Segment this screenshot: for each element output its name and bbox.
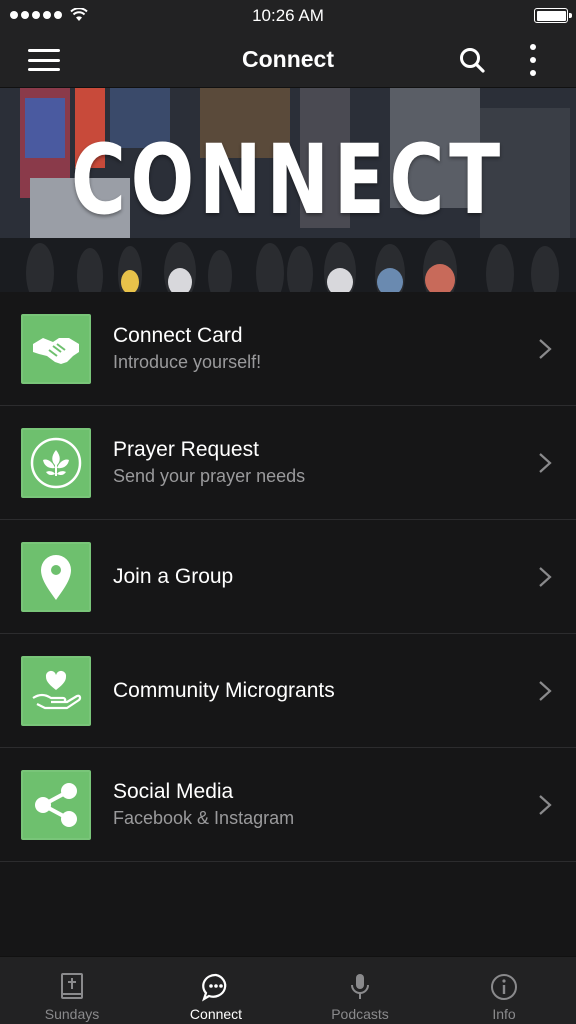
leaf-icon	[21, 428, 91, 498]
list-item-join-a-group[interactable]: Join a Group	[0, 520, 576, 634]
hero-banner: CONNECT	[0, 88, 576, 292]
list-item-text: Prayer Request Send your prayer needs	[113, 437, 516, 489]
microphone-icon	[351, 974, 369, 999]
chevron-right-icon	[539, 453, 552, 473]
list-item-text: Join a Group	[113, 564, 516, 590]
list-item-subtitle: Facebook & Instagram	[113, 807, 295, 828]
list-item-title: Join a Group	[113, 564, 234, 588]
chevron-right-icon	[539, 795, 552, 815]
page-title: Connect	[242, 46, 334, 72]
more-options-icon[interactable]	[528, 44, 538, 76]
list-item-text: Connect Card Introduce yourself!	[113, 323, 516, 375]
tab-sundays[interactable]: Sundays	[0, 957, 144, 1024]
list-item-title: Connect Card	[113, 323, 243, 347]
signal-indicator	[10, 8, 88, 22]
info-icon	[491, 974, 517, 1000]
chevron-right-icon	[539, 567, 552, 587]
tab-label: Sundays	[44, 1006, 100, 1022]
list-item-text: Social Media Facebook & Instagram	[113, 779, 516, 831]
list-item-title: Social Media	[113, 779, 234, 803]
list-item-prayer-request[interactable]: Prayer Request Send your prayer needs	[0, 406, 576, 520]
tab-bar: Sundays Connect Podcasts Info	[0, 956, 576, 1024]
map-pin-icon	[21, 542, 91, 612]
chevron-right-icon	[539, 339, 552, 359]
navigation-bar: Connect	[0, 32, 576, 88]
search-icon[interactable]	[458, 46, 486, 74]
tab-label: Podcasts	[331, 1006, 389, 1022]
tab-label: Info	[492, 1006, 516, 1022]
status-time: 10:26 AM	[252, 6, 324, 25]
share-icon	[21, 770, 91, 840]
list-item-subtitle: Send your prayer needs	[113, 465, 306, 486]
tab-connect[interactable]: Connect	[144, 957, 288, 1024]
chat-bubble-icon	[202, 973, 227, 1002]
list-item-connect-card[interactable]: Connect Card Introduce yourself!	[0, 292, 576, 406]
connect-options-list: Connect Card Introduce yourself! Prayer …	[0, 292, 576, 862]
wifi-icon	[70, 8, 88, 21]
list-item-title: Prayer Request	[113, 437, 259, 461]
tab-label: Connect	[189, 1006, 243, 1022]
list-item-text: Community Microgrants	[113, 678, 516, 704]
hero-title: CONNECT	[71, 124, 505, 236]
signal-strength-icon	[10, 11, 62, 19]
tab-podcasts[interactable]: Podcasts	[288, 957, 432, 1024]
heart-hand-icon	[21, 656, 91, 726]
bible-icon	[61, 973, 83, 999]
list-item-subtitle: Introduce yourself!	[113, 351, 262, 372]
list-item-title: Community Microgrants	[113, 678, 335, 702]
list-item-social-media[interactable]: Social Media Facebook & Instagram	[0, 748, 576, 862]
battery-icon	[534, 8, 572, 23]
chevron-right-icon	[539, 681, 552, 701]
status-bar: 10:26 AM	[0, 0, 576, 32]
hamburger-menu-icon[interactable]	[28, 49, 60, 71]
tab-info[interactable]: Info	[432, 957, 576, 1024]
list-item-community-microgrants[interactable]: Community Microgrants	[0, 634, 576, 748]
handshake-icon	[21, 314, 91, 384]
